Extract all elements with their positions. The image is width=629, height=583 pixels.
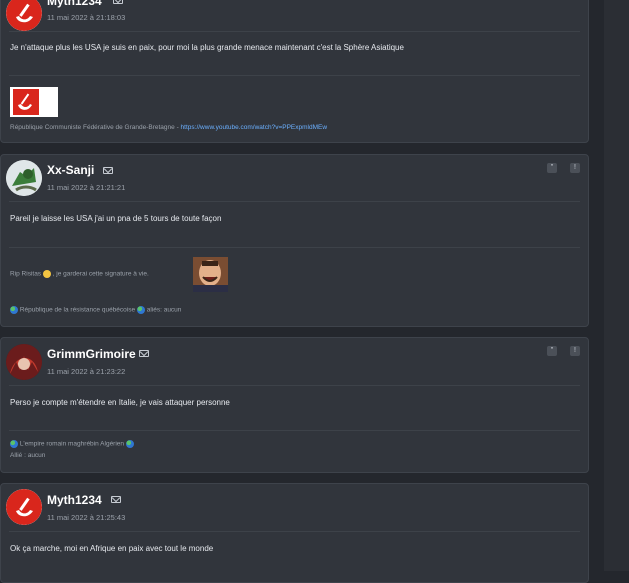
quote-icon[interactable]: " [547,163,557,173]
divider [9,430,580,431]
signature-line: République de la résistance québécoise a… [10,306,181,314]
divider [9,31,580,32]
user-avatar[interactable] [6,160,42,196]
signature-line: République Communiste Fédérative de Gran… [10,124,327,131]
signature-text: République Communiste Fédérative de Gran… [10,124,181,131]
user-avatar[interactable] [6,489,42,525]
signature-line: L'empire romain maghrébin Algérien [10,440,134,448]
globe-icon [10,306,18,314]
forum-post: Xx-Sanji " ! 11 mai 2022 à 21:21:21 Pare… [0,154,589,327]
signature-text: , je garderai cette signature à vie. [52,270,149,278]
post-author[interactable]: GrimmGrimoire [47,347,136,361]
post-date: 11 mai 2022 à 21:21:21 [47,183,126,192]
post-message: Je n'attaque plus les USA je suis en pai… [10,43,404,52]
divider [9,201,580,202]
post-author[interactable]: Myth1234 [47,0,102,8]
post-author[interactable]: Myth1234 [47,493,102,507]
sad-face-icon [42,270,51,278]
divider [9,531,580,532]
signature-text: Allié : aucun [10,452,46,459]
envelope-icon[interactable] [139,350,149,357]
envelope-icon[interactable] [111,496,121,503]
divider [9,247,580,248]
post-date: 11 mai 2022 à 21:18:03 [47,13,126,22]
user-avatar[interactable] [6,0,42,31]
forum-post: Myth1234 11 mai 2022 à 21:18:03 Je n'att… [0,0,589,143]
envelope-icon[interactable] [113,0,123,4]
globe-icon [10,440,18,448]
report-icon[interactable]: ! [570,346,580,356]
signature-line: Allié : aucun [10,452,45,459]
post-author[interactable]: Xx-Sanji [47,163,94,177]
post-message: Ok ça marche, moi en Afrique en paix ave… [10,544,214,553]
globe-icon [125,440,134,448]
signature-text: L'empire romain maghrébin Algérien [19,440,125,448]
user-avatar[interactable] [6,344,42,380]
report-icon[interactable]: ! [570,163,580,173]
signature-text: Rip Risitas [10,270,42,278]
divider [9,75,580,76]
post-date: 11 mai 2022 à 21:25:43 [47,513,126,522]
signature-link[interactable]: https://www.youtube.com/watch?v=PPExpmld… [181,124,328,131]
signature-meme-image [193,257,228,292]
signature-flag-image [10,87,58,117]
post-message: Perso je compte m'étendre en Italie, je … [10,398,230,407]
page-scroll-rail [604,0,629,571]
forum-post: GrimmGrimoire " ! 11 mai 2022 à 21:23:22… [0,337,589,473]
signature-line: Rip Risitas , je garderai cette signatur… [10,270,149,278]
envelope-icon[interactable] [103,167,113,174]
forum-post: Myth1234 11 mai 2022 à 21:25:43 Ok ça ma… [0,483,589,583]
signature-text: aliés: aucun [146,306,182,314]
signature-text: République de la résistance québécoise [19,306,136,314]
post-date: 11 mai 2022 à 21:23:22 [47,367,126,376]
divider [9,385,580,386]
quote-icon[interactable]: " [547,346,557,356]
globe-icon [136,306,145,314]
post-message: Pareil je laisse les USA j'ai un pna de … [10,214,222,223]
